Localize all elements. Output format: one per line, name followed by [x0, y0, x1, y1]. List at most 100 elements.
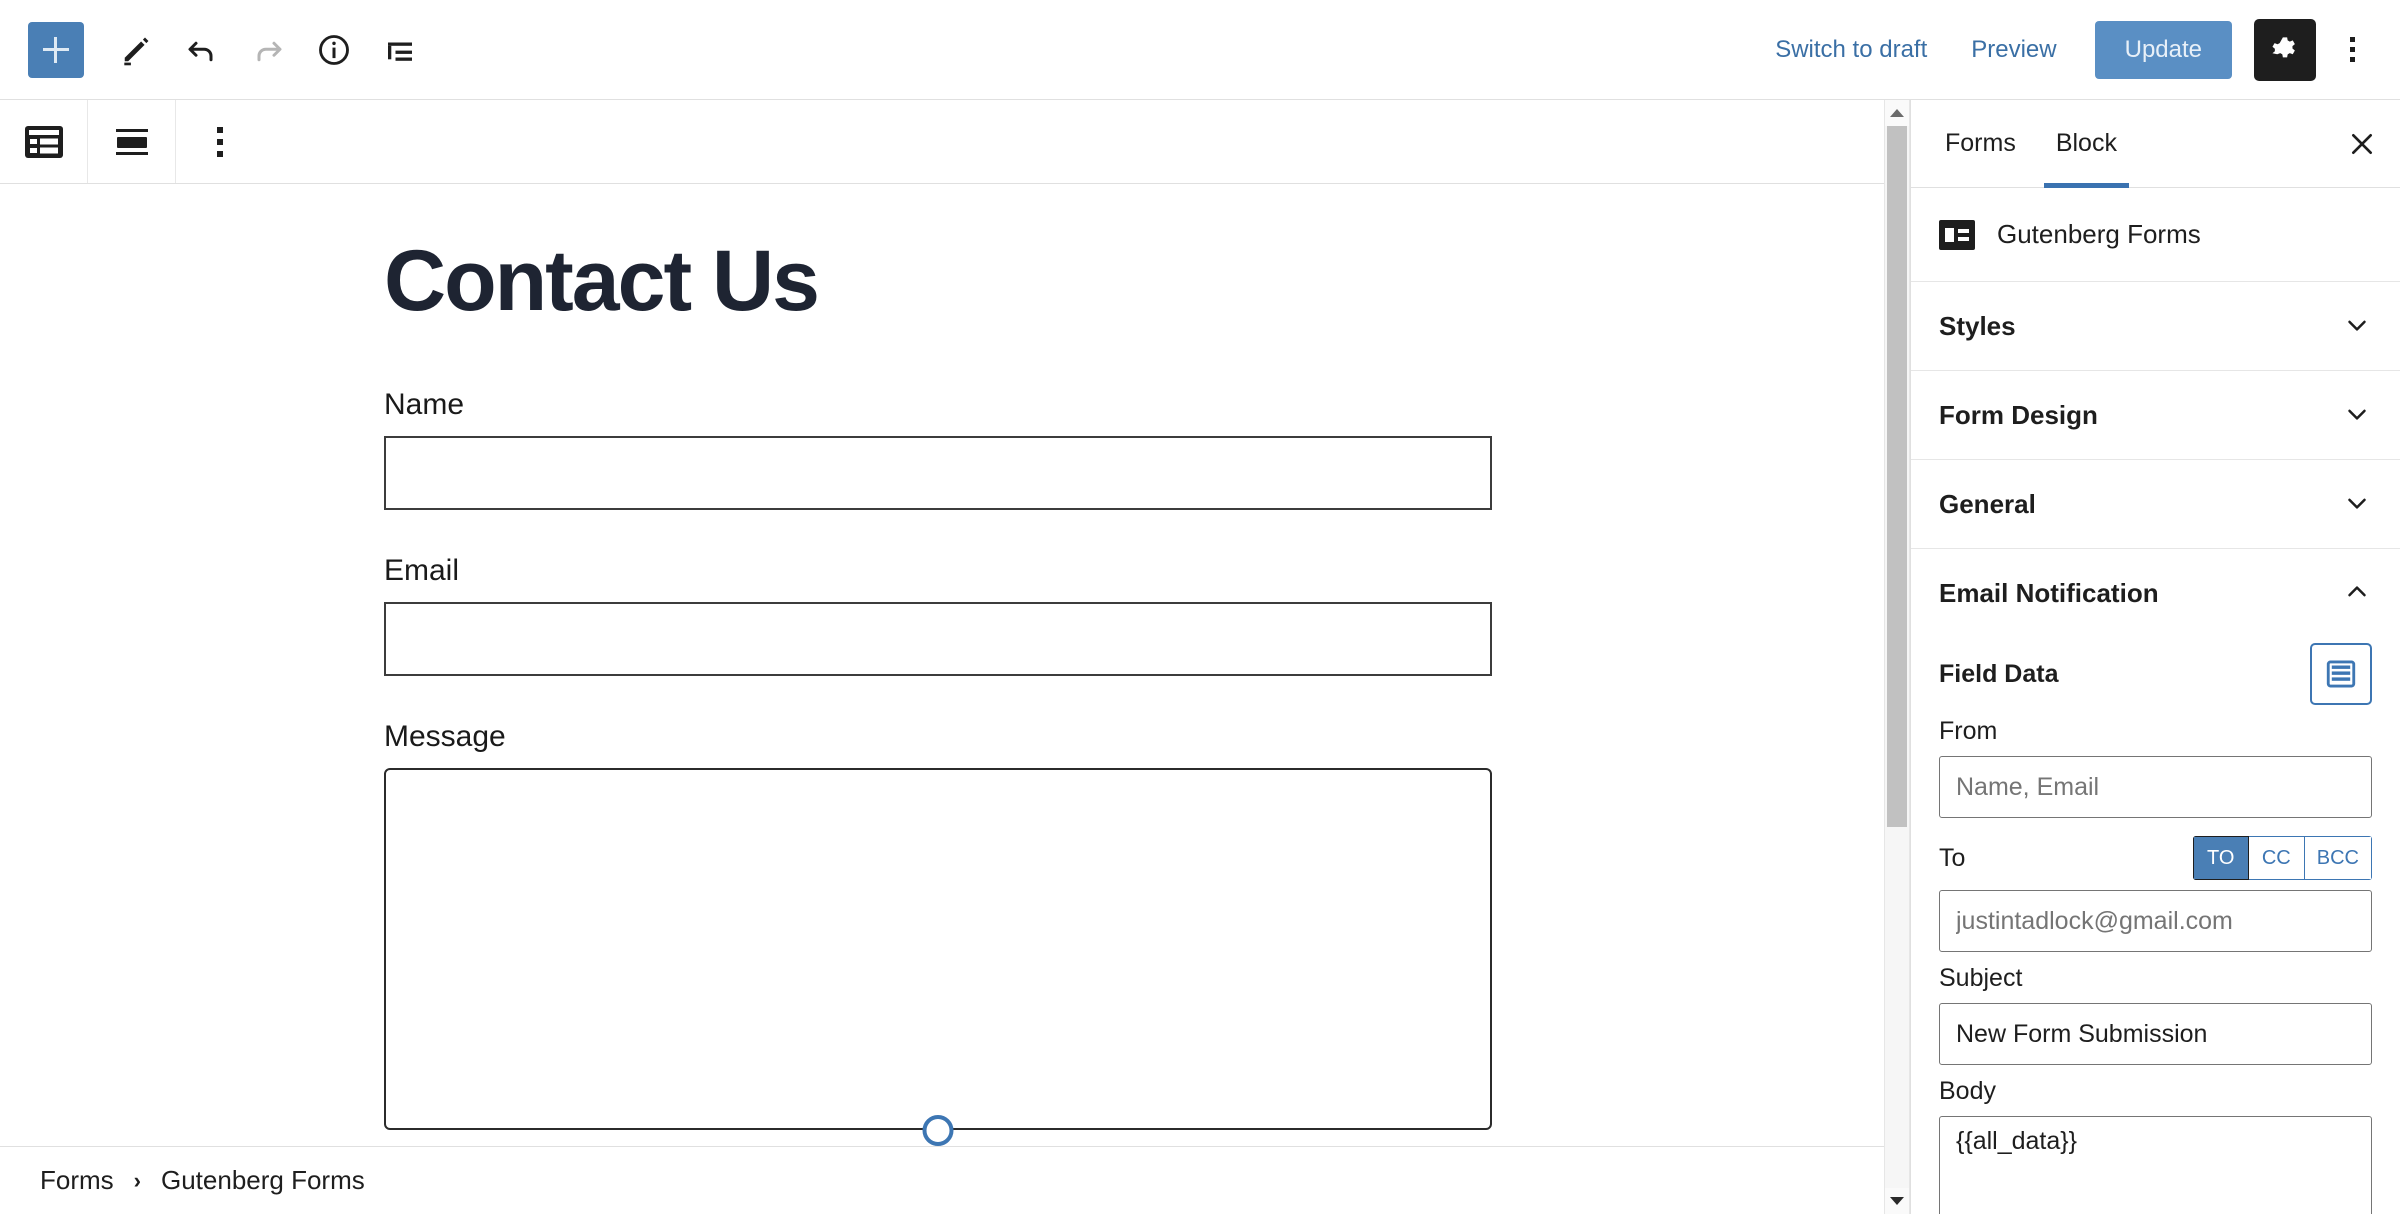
chevron-up-icon: [2342, 577, 2372, 610]
undo-button[interactable]: [170, 18, 234, 82]
pencil-icon: [124, 37, 149, 65]
to-input[interactable]: [1939, 890, 2372, 952]
sidebar-tabs: Forms Block: [1911, 100, 2400, 188]
subject-input[interactable]: [1939, 1003, 2372, 1065]
canvas-content: Contact Us Name Email Message: [0, 236, 1884, 1146]
field-label-name: Name: [384, 388, 465, 422]
align-full-width-icon: [115, 128, 148, 155]
settings-button[interactable]: [2254, 18, 2316, 81]
dot: [217, 150, 223, 157]
panel-header-form-design[interactable]: Form Design: [1911, 371, 2400, 459]
form-field-email: Email: [384, 554, 1492, 677]
subject-label: Subject: [1939, 964, 2023, 992]
message-textarea[interactable]: [384, 768, 1492, 1131]
switch-to-draft-button[interactable]: Switch to draft: [1753, 24, 1949, 76]
vertical-scrollbar[interactable]: [1884, 100, 1910, 1214]
undo-icon: [188, 41, 213, 61]
plus-icon: [43, 36, 69, 63]
dot: [217, 138, 223, 145]
icon-line: [1958, 228, 1969, 233]
triangle-down-icon: [1890, 1197, 1904, 1205]
header-left-tools: [28, 18, 432, 82]
form-field-message: Message: [384, 720, 1492, 1146]
panel-email-notification: Email Notification Field Data From Name,…: [1911, 549, 2400, 1214]
panel-header-styles[interactable]: Styles: [1911, 282, 2400, 370]
chevron-down-icon: [2342, 488, 2372, 521]
gutenberg-editor-window: Switch to draft Preview Update Contact U…: [0, 0, 2400, 1214]
preview-button[interactable]: Preview: [1949, 24, 2078, 76]
dot: [2349, 47, 2355, 52]
list-view-button[interactable]: [368, 18, 432, 82]
recipient-mode-cc[interactable]: CC: [2248, 836, 2305, 880]
editor-column: Contact Us Name Email Message Forms › Gu…: [0, 100, 1884, 1214]
info-icon: [319, 34, 349, 65]
dot: [2349, 37, 2355, 42]
field-data-label: Field Data: [1939, 659, 2059, 688]
name-input[interactable]: [384, 436, 1492, 511]
triangle-up-icon: [1890, 109, 1904, 117]
block-options-button[interactable]: [176, 100, 264, 183]
details-button[interactable]: [302, 18, 366, 82]
close-sidebar-button[interactable]: [2324, 100, 2400, 187]
field-label-email: Email: [384, 554, 460, 588]
dot: [217, 126, 223, 133]
panel-title: Email Notification: [1939, 577, 2159, 608]
email-notification-body: Field Data From To: [1911, 637, 2400, 1214]
block-identity-label: Gutenberg Forms: [1997, 219, 2201, 249]
panel-title: General: [1939, 488, 2036, 519]
scroll-up-button[interactable]: [1885, 100, 1909, 126]
panel-header-general[interactable]: General: [1911, 460, 2400, 548]
dot: [2349, 57, 2355, 62]
block-type-button[interactable]: [0, 100, 88, 183]
redo-button[interactable]: [236, 18, 300, 82]
editor-header: Switch to draft Preview Update: [0, 0, 2400, 100]
panel-form-design: Form Design: [1911, 371, 2400, 460]
recipient-mode-to[interactable]: TO: [2192, 836, 2249, 880]
post-canvas: Contact Us Name Email Message: [0, 184, 1884, 1146]
from-label: From: [1939, 717, 1998, 745]
settings-sidebar: Forms Block Gutenberg Forms Styles Form …: [1910, 100, 2400, 1214]
panel-general: General: [1911, 460, 2400, 549]
document-outline-icon: [388, 42, 412, 61]
scroll-down-button[interactable]: [1885, 1188, 1909, 1214]
email-input[interactable]: [384, 602, 1492, 677]
chevron-down-icon: [2342, 399, 2372, 432]
block-identity: Gutenberg Forms: [1911, 188, 2400, 282]
recipient-mode-group: TO CC BCC: [2192, 836, 2372, 880]
form-block-icon: [24, 125, 63, 158]
chevron-down-icon: [2342, 310, 2372, 343]
field-data-row: Field Data: [1939, 643, 2372, 705]
more-options-button[interactable]: [2326, 19, 2378, 81]
icon-line: [1958, 236, 1969, 241]
body-textarea[interactable]: {{all_data}}: [1939, 1116, 2372, 1214]
page-title[interactable]: Contact Us: [384, 236, 1824, 327]
chevron-right-icon: ›: [133, 1167, 141, 1193]
list-view-icon: [2326, 660, 2356, 688]
align-button[interactable]: [88, 100, 176, 183]
panel-header-email-notification[interactable]: Email Notification: [1911, 549, 2400, 637]
gear-icon: [2272, 36, 2295, 57]
close-icon: [2352, 133, 2372, 154]
field-label-message: Message: [384, 720, 506, 754]
tab-block[interactable]: Block: [2036, 100, 2137, 188]
panel-styles: Styles: [1911, 282, 2400, 371]
field-data-button[interactable]: [2310, 643, 2372, 705]
update-button[interactable]: Update: [2094, 20, 2232, 79]
breadcrumb-item-gutenberg-forms[interactable]: Gutenberg Forms: [161, 1165, 365, 1196]
textarea-resize-handle[interactable]: [922, 1115, 954, 1146]
breadcrumb-item-forms[interactable]: Forms: [40, 1165, 114, 1196]
add-block-button[interactable]: [28, 21, 84, 78]
redo-icon: [257, 41, 282, 61]
form-block-icon: [1939, 219, 1975, 250]
body-label: Body: [1939, 1077, 1996, 1105]
panel-title: Form Design: [1939, 399, 2098, 430]
recipient-mode-bcc[interactable]: BCC: [2304, 836, 2372, 880]
tab-forms[interactable]: Forms: [1925, 100, 2036, 187]
scrollbar-track[interactable]: [1885, 126, 1909, 1188]
header-right-actions: Switch to draft Preview Update: [1753, 18, 2378, 81]
edit-tool-button[interactable]: [104, 18, 168, 82]
breadcrumb: Forms › Gutenberg Forms: [0, 1146, 1884, 1214]
scrollbar-thumb[interactable]: [1887, 126, 1907, 827]
form-field-name: Name: [384, 388, 1492, 511]
from-input[interactable]: [1939, 756, 2372, 818]
